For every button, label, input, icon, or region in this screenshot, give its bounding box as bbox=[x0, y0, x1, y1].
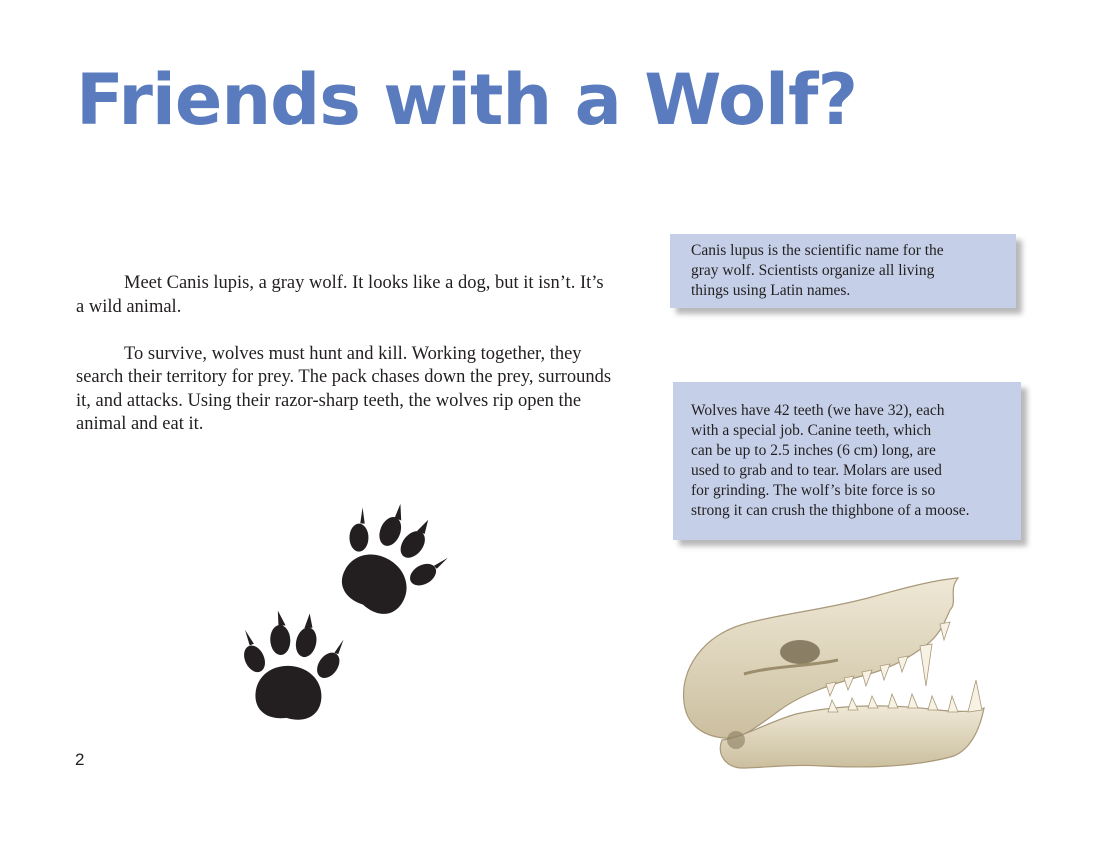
paw-print-lower bbox=[244, 610, 344, 720]
page-title: Friends with a Wolf? bbox=[76, 59, 858, 141]
page-number: 2 bbox=[75, 750, 85, 769]
paw-print-upper bbox=[341, 503, 448, 614]
paw-prints-icon bbox=[244, 503, 448, 720]
paragraph-hunting: To survive, wolves must hunt and kill. W… bbox=[76, 343, 612, 435]
skull-eye-socket bbox=[780, 640, 820, 664]
paragraph-intro: Meet Canis lupis, a gray wolf. It looks … bbox=[76, 273, 604, 317]
sidebar-scientific-name: Canis lupus is the scientific name for t… bbox=[670, 234, 1016, 308]
wolf-skull-image bbox=[682, 577, 985, 769]
body-text: Meet Canis lupis, a gray wolf. It looks … bbox=[76, 272, 616, 460]
sidebar-wolf-teeth: Wolves have 42 teeth (we have 32), each … bbox=[673, 382, 1021, 540]
